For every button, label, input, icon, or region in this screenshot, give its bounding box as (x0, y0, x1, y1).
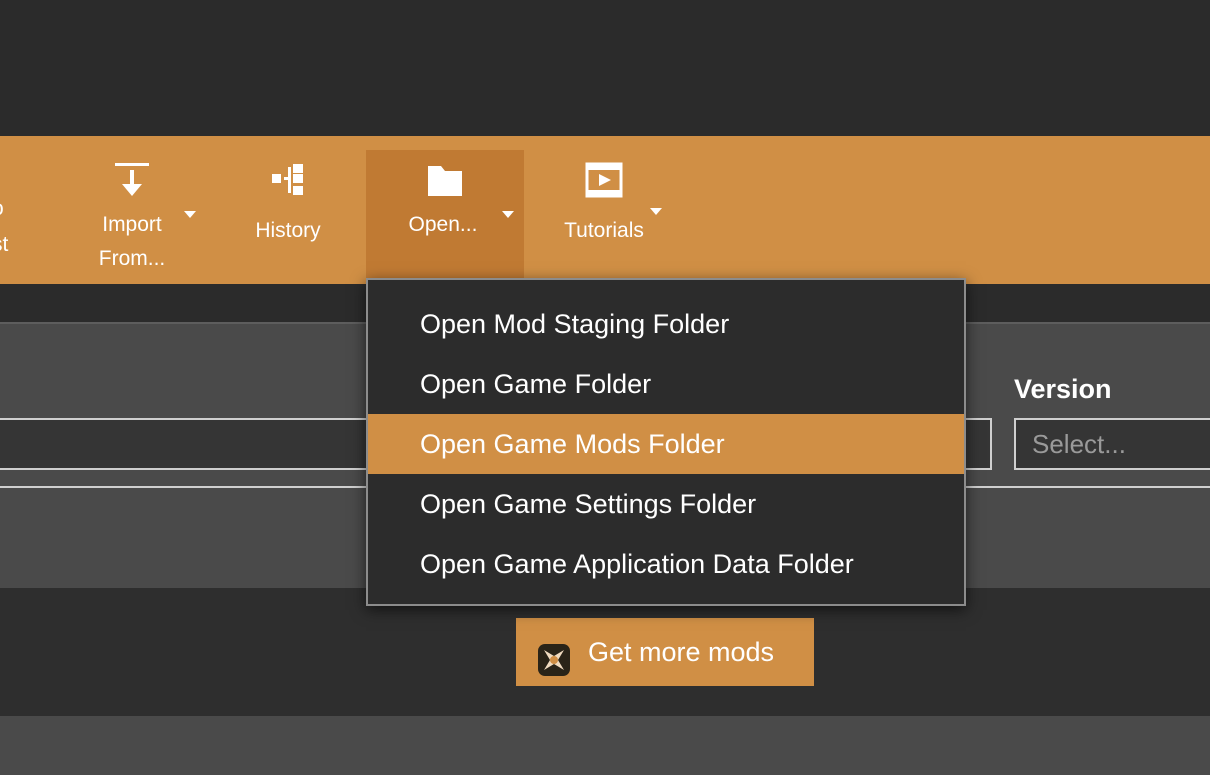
clipped-item-label-line2: st (0, 233, 9, 256)
history-button[interactable]: History (240, 136, 336, 284)
open-button[interactable]: Open... (366, 150, 524, 284)
menu-item-open-game-folder[interactable]: Open Game Folder (368, 354, 964, 414)
window-top-bar (0, 0, 1210, 136)
version-label: Version (1014, 374, 1112, 404)
bottom-strip (0, 716, 1210, 775)
history-label: History (255, 219, 321, 242)
nexus-logo-icon (536, 635, 572, 703)
open-label: Open... (408, 213, 478, 236)
import-arrow-icon (114, 162, 150, 211)
open-chevron-down-icon[interactable] (502, 211, 514, 218)
toolbar: o st Import From... History (0, 136, 1210, 284)
folder-icon (426, 162, 464, 209)
import-label-line2: From... (98, 247, 166, 270)
clipped-item-label-line1: o (0, 192, 22, 226)
tutorials-label: Tutorials (564, 219, 644, 242)
import-chevron-down-icon[interactable] (184, 211, 196, 218)
tutorials-chevron-down-icon[interactable] (650, 208, 662, 215)
menu-item-open-game-application-data-folder[interactable]: Open Game Application Data Folder (368, 534, 964, 594)
menu-item-open-mod-staging-folder[interactable]: Open Mod Staging Folder (368, 294, 964, 354)
tutorials-button[interactable]: Tutorials (548, 136, 660, 284)
get-more-mods-button[interactable]: Get more mods (516, 618, 814, 686)
import-from-button[interactable]: Import From... (82, 136, 182, 284)
video-tutorial-icon (585, 162, 623, 209)
version-select[interactable]: Select... (1014, 418, 1210, 470)
history-tree-icon (270, 162, 306, 209)
open-dropdown-menu: Open Mod Staging Folder Open Game Folder… (366, 278, 966, 606)
import-label-line1: Import (102, 213, 162, 236)
menu-item-open-game-mods-folder[interactable]: Open Game Mods Folder (368, 414, 964, 474)
toolbar-clipped-item[interactable]: o st (0, 136, 22, 284)
get-more-mods-label: Get more mods (588, 637, 775, 667)
menu-item-open-game-settings-folder[interactable]: Open Game Settings Folder (368, 474, 964, 534)
